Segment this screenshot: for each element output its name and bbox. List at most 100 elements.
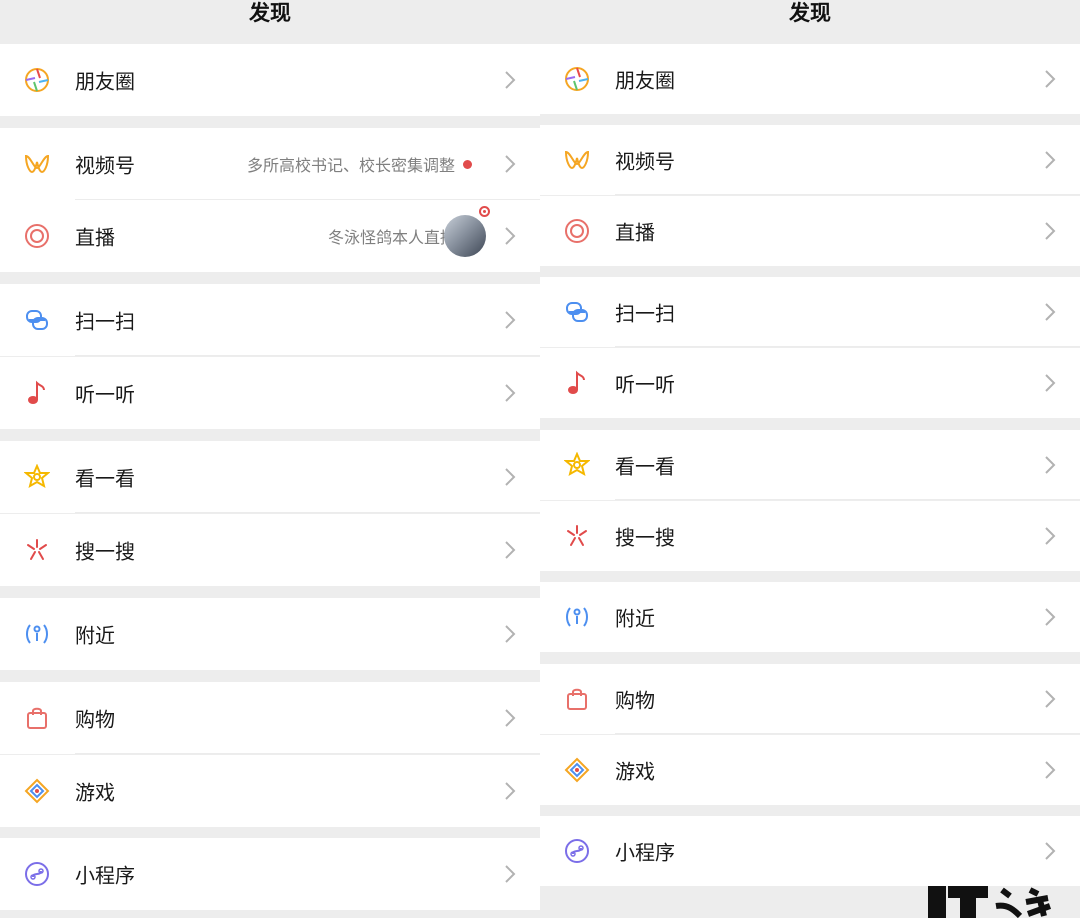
menu-item-label: 扫一扫 (615, 301, 675, 326)
menu-item-top-stories[interactable]: 看一看 (0, 441, 540, 513)
shopping-bag-icon (24, 705, 50, 731)
chevron-right-icon (1044, 841, 1056, 861)
chevron-right-icon (504, 864, 516, 884)
chevron-right-icon (1044, 150, 1056, 170)
chevron-right-icon (1044, 689, 1056, 709)
search-icon (24, 537, 50, 563)
chevron-right-icon (504, 708, 516, 728)
channels-icon (24, 151, 50, 177)
menu-item-label: 看一看 (75, 466, 135, 491)
live-icon (564, 218, 590, 244)
mini-programs-icon (564, 838, 590, 864)
divider (75, 355, 540, 356)
menu-item-label: 购物 (615, 688, 655, 713)
mini-programs-icon (24, 861, 50, 887)
menu-item-label: 小程序 (615, 840, 675, 865)
chevron-right-icon (1044, 760, 1056, 780)
menu-item-nearby[interactable]: 附近 (0, 598, 540, 670)
menu-item-search[interactable]: 搜一搜 (540, 501, 1080, 571)
discover-screen-after: 发现 朋友圈 视频号 直播 扫一扫 听一听 看一看 搜一搜 附近 购物 游戏 小… (540, 0, 1080, 918)
menu-item-games[interactable]: 游戏 (0, 755, 540, 827)
menu-item-listen[interactable]: 听一听 (540, 348, 1080, 418)
menu-item-label: 看一看 (615, 454, 675, 479)
menu-item-label: 朋友圈 (75, 69, 135, 94)
menu-item-label: 搜一搜 (615, 525, 675, 550)
menu-item-label: 直播 (75, 225, 115, 250)
chevron-right-icon (1044, 302, 1056, 322)
top-stories-icon (564, 452, 590, 478)
music-note-icon (24, 380, 50, 406)
menu-item-top-stories[interactable]: 看一看 (540, 430, 1080, 500)
menu-item-label: 直播 (615, 220, 655, 245)
menu-item-shopping[interactable]: 购物 (540, 664, 1080, 734)
menu-item-live[interactable]: 直播 (540, 196, 1080, 266)
nearby-icon (564, 604, 590, 630)
menu-item-search[interactable]: 搜一搜 (0, 514, 540, 586)
chevron-right-icon (1044, 455, 1056, 475)
menu-item-label: 视频号 (615, 149, 675, 174)
menu-item-mini-programs[interactable]: 小程序 (540, 816, 1080, 886)
music-note-icon (564, 370, 590, 396)
menu-item-label: 朋友圈 (615, 68, 675, 93)
live-badge-icon (479, 206, 490, 217)
menu-item-shopping[interactable]: 购物 (0, 682, 540, 754)
chevron-right-icon (1044, 69, 1056, 89)
scan-icon (24, 307, 50, 333)
page-title: 发现 (249, 1, 291, 25)
menu-item-label: 听一听 (615, 372, 675, 397)
menu-item-listen[interactable]: 听一听 (0, 357, 540, 429)
menu-item-nearby[interactable]: 附近 (540, 582, 1080, 652)
menu-item-moments[interactable]: 朋友圈 (540, 44, 1080, 114)
menu-item-games[interactable]: 游戏 (540, 735, 1080, 805)
menu-item-label: 附近 (615, 606, 655, 631)
moments-icon (564, 66, 590, 92)
chevron-right-icon (504, 154, 516, 174)
chevron-right-icon (504, 70, 516, 90)
divider (615, 733, 1080, 734)
moments-icon (24, 67, 50, 93)
divider (615, 194, 1080, 195)
live-icon (24, 223, 50, 249)
menu-item-label: 听一听 (75, 382, 135, 407)
channels-icon (564, 147, 590, 173)
channels-subtitle: 多所高校书记、校长密集调整 (246, 156, 455, 175)
menu-item-label: 搜一搜 (75, 539, 135, 564)
menu-item-scan[interactable]: 扫一扫 (0, 284, 540, 356)
menu-item-moments[interactable]: 朋友圈 (0, 44, 540, 116)
menu-item-live[interactable]: 直播 冬泳怪鸽本人直播中 (0, 200, 540, 272)
top-stories-icon (24, 464, 50, 490)
chevron-right-icon (1044, 526, 1056, 546)
chevron-right-icon (504, 383, 516, 403)
channels-notification: 多所高校书记、校长密集调整 (247, 152, 472, 176)
menu-item-mini-programs[interactable]: 小程序 (0, 838, 540, 910)
chevron-right-icon (1044, 373, 1056, 393)
menu-item-scan[interactable]: 扫一扫 (540, 277, 1080, 347)
divider (615, 346, 1080, 347)
menu-item-channels[interactable]: 视频号 (540, 125, 1080, 195)
menu-item-label: 扫一扫 (75, 309, 135, 334)
red-dot-badge (463, 159, 472, 169)
menu-item-label: 游戏 (75, 780, 115, 805)
menu-item-label: 视频号 (75, 153, 135, 178)
nearby-icon (24, 621, 50, 647)
chevron-right-icon (504, 624, 516, 644)
menu-item-label: 游戏 (615, 759, 655, 784)
games-icon (564, 757, 590, 783)
ithome-watermark-logo (928, 886, 1052, 918)
chevron-right-icon (1044, 607, 1056, 627)
menu-item-label: 附近 (75, 623, 115, 648)
scan-icon (564, 299, 590, 325)
divider (615, 499, 1080, 500)
chevron-right-icon (504, 226, 516, 246)
menu-item-channels[interactable]: 视频号 多所高校书记、校长密集调整 (0, 128, 540, 200)
divider (75, 512, 540, 513)
nav-header: 发现 (0, 0, 540, 42)
menu-item-label: 小程序 (75, 863, 135, 888)
chevron-right-icon (504, 540, 516, 560)
avatar (444, 215, 486, 257)
search-icon (564, 523, 590, 549)
chevron-right-icon (504, 467, 516, 487)
nav-header: 发现 (540, 0, 1080, 42)
chevron-right-icon (1044, 221, 1056, 241)
divider (75, 753, 540, 754)
